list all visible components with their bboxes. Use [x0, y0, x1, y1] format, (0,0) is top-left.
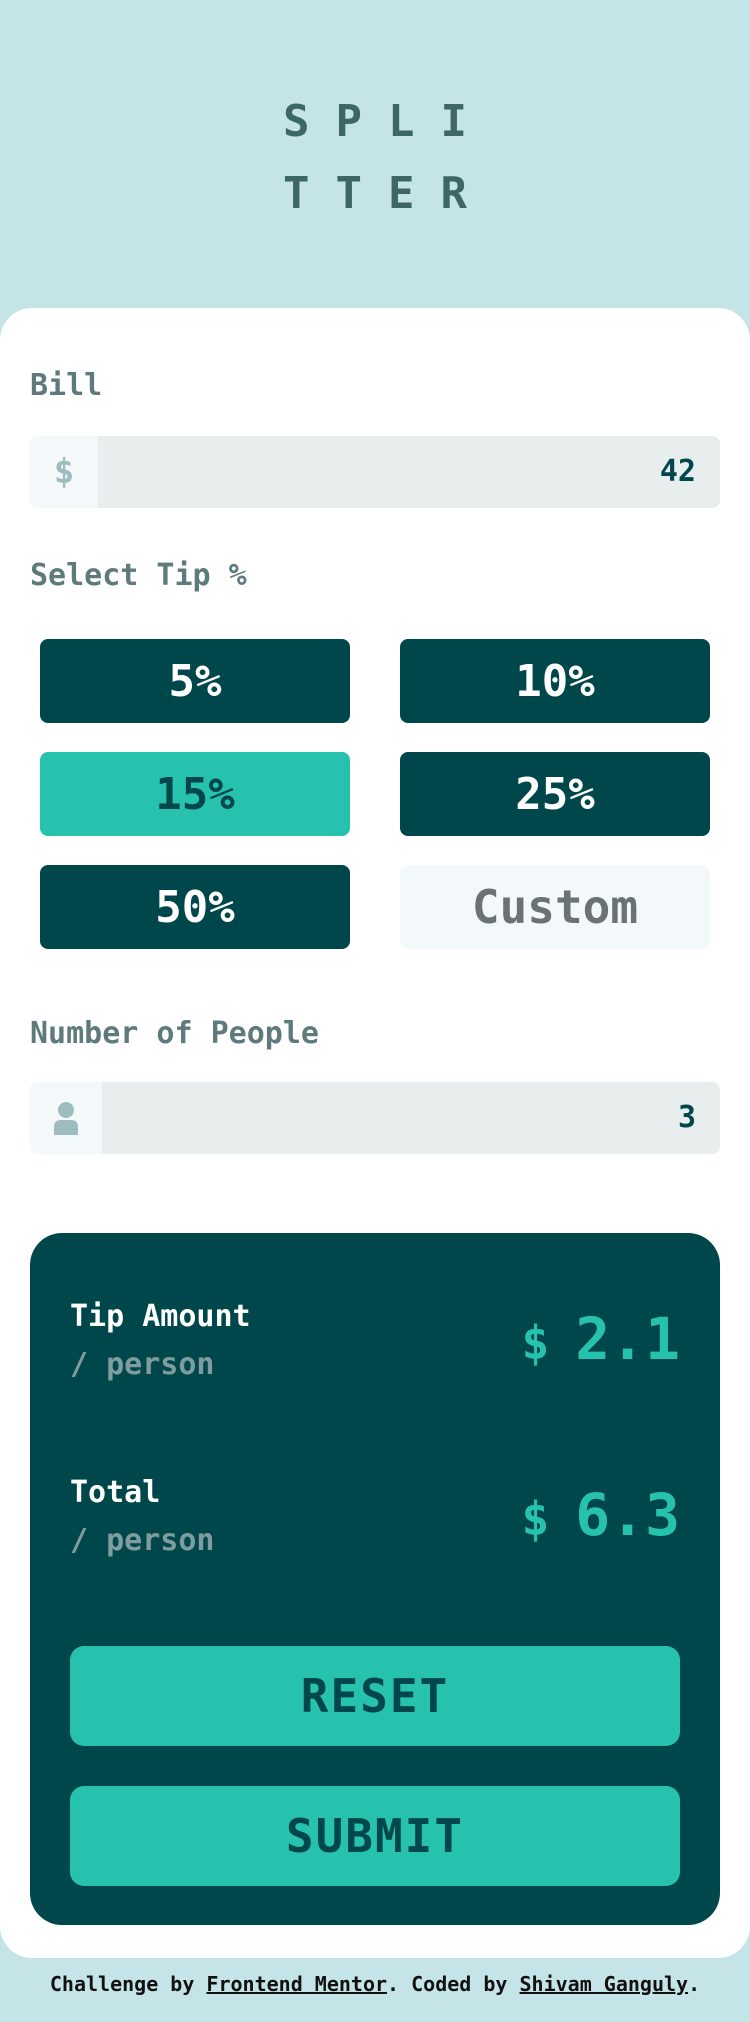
tip-15-button[interactable]: 15% — [40, 752, 350, 836]
tip-amount-currency: $ — [521, 1316, 550, 1370]
tip-amount-value: $2.1 — [522, 1305, 680, 1373]
total-number: 6.3 — [575, 1481, 680, 1549]
tip-10-button[interactable]: 10% — [400, 639, 710, 723]
tip-amount-title: Tip Amount — [70, 1299, 251, 1334]
footer-middle: . Coded by — [387, 1972, 520, 1996]
reset-button[interactable]: RESET — [70, 1646, 680, 1746]
frontend-mentor-link[interactable]: Frontend Mentor — [206, 1972, 387, 1996]
bill-label: Bill — [30, 368, 103, 403]
tip-amount-number: 2.1 — [575, 1305, 680, 1373]
people-label: Number of People — [30, 1016, 319, 1051]
attribution-footer: Challenge by Frontend Mentor. Coded by S… — [0, 1958, 750, 2022]
logo-line-2: TTER — [283, 168, 493, 219]
people-value[interactable]: 3 — [678, 1082, 696, 1154]
results-panel: Tip Amount / person $2.1 Total / person … — [30, 1233, 720, 1925]
tip-custom-input[interactable]: Custom — [400, 865, 710, 949]
total-sub: / person — [70, 1523, 215, 1558]
dollar-icon: $ — [30, 436, 98, 508]
tip-25-button[interactable]: 25% — [400, 752, 710, 836]
tip-5-button[interactable]: 5% — [40, 639, 350, 723]
footer-suffix: . — [688, 1972, 701, 1996]
app-logo: SPLI TTER — [0, 86, 750, 230]
total-currency: $ — [521, 1492, 550, 1546]
bill-value[interactable]: 42 — [660, 436, 696, 508]
bill-input[interactable]: $ 42 — [30, 436, 720, 508]
person-icon-svg — [54, 1102, 78, 1135]
total-title: Total — [70, 1475, 161, 1510]
submit-button[interactable]: SUBMIT — [70, 1786, 680, 1886]
logo-line-1: SPLI — [283, 96, 493, 147]
total-value: $6.3 — [522, 1481, 680, 1549]
person-icon — [30, 1082, 102, 1154]
tip-label: Select Tip % — [30, 558, 247, 593]
author-link[interactable]: Shivam Ganguly — [520, 1972, 689, 1996]
people-input[interactable]: 3 — [30, 1082, 720, 1154]
tip-amount-sub: / person — [70, 1347, 215, 1382]
tip-50-button[interactable]: 50% — [40, 865, 350, 949]
footer-prefix: Challenge by — [49, 1972, 207, 1996]
